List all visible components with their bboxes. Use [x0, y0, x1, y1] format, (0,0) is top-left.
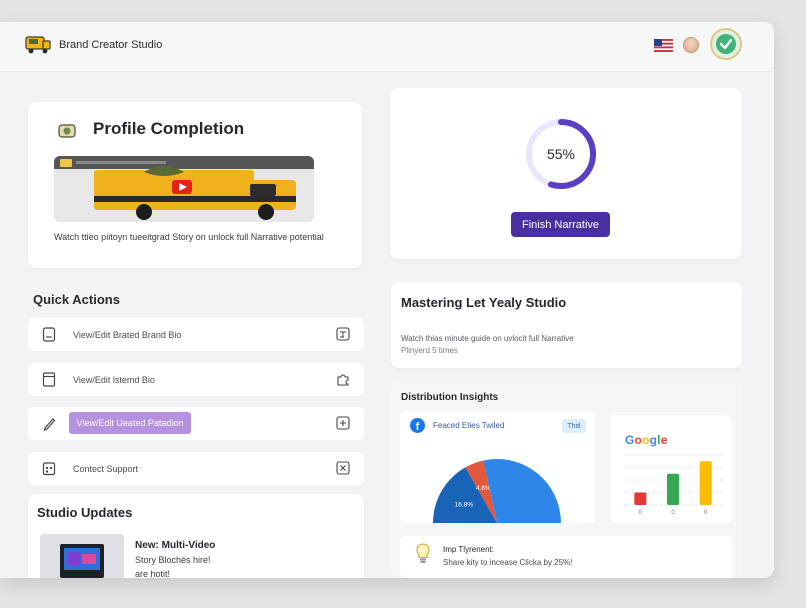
bar-tick-label: 0	[671, 510, 675, 516]
progress-percent: 55%	[546, 146, 576, 162]
us-flag-icon[interactable]	[654, 39, 673, 52]
close-square-icon[interactable]	[336, 461, 350, 475]
update-line: Story Blochés hire!	[135, 555, 211, 565]
tip-title: Imp Tlyrenent:	[443, 545, 494, 554]
quick-action-edit-bio[interactable]: View/Edit lstemd Bio	[28, 363, 364, 396]
add-square-icon[interactable]	[336, 416, 350, 430]
page-icon	[42, 372, 56, 387]
puzzle-icon[interactable]	[336, 372, 350, 386]
pencil-icon	[43, 418, 56, 431]
pie-slice-label: 4.8%	[476, 485, 491, 492]
quick-action-contact-support[interactable]: Contect Support	[28, 452, 364, 485]
profile-badge-icon	[58, 124, 76, 138]
profile-title: Profile Completion	[93, 119, 245, 138]
update-line: are hotit!	[135, 569, 171, 578]
profile-completion-card: Profile Completion Watch ttieo piitoyn t…	[28, 102, 362, 268]
bar	[667, 473, 679, 505]
brand-name: Brand Creator Studio	[59, 39, 163, 51]
bar-tick-label: 0	[704, 510, 708, 516]
quick-action-highlighted-label[interactable]: View/Edit Ueated Patadion	[69, 412, 191, 434]
quick-actions-heading: Quick Actions	[33, 292, 120, 307]
quick-action-edit-brand-bio[interactable]: View/Edit Brated Brand Bio	[28, 318, 364, 351]
edit-square-icon[interactable]	[336, 327, 350, 341]
mastering-subtitle: Watch thias minute guide on uvlocit full…	[401, 334, 574, 343]
facebook-insight-card[interactable]: f Feaced Eties Twiled Thitl 16.8% 4.8%	[400, 411, 595, 523]
facebook-pie-chart: 16.8% 4.8%	[433, 459, 561, 523]
distribution-insights-panel: Distribution Insights f Feaced Eties Twi…	[391, 382, 742, 578]
profile-video-thumbnail[interactable]	[54, 156, 314, 222]
tip-card: Imp Tlyrenent: Share kity to incease Cli…	[400, 536, 732, 578]
lightbulb-icon	[416, 543, 430, 563]
user-avatar[interactable]	[683, 37, 699, 53]
brand-truck-logo-icon[interactable]	[24, 34, 52, 56]
update-headline: New: Multi-Video	[135, 540, 216, 551]
studio-updates-title: Studio Updates	[37, 505, 133, 520]
finish-narrative-button[interactable]: Finish Narrative	[511, 212, 610, 237]
google-bar-chart: 0 0 0	[624, 454, 722, 516]
bar-tick-label: 0	[639, 510, 643, 516]
top-bar: Brand Creator Studio	[0, 22, 774, 72]
bar	[699, 461, 712, 505]
bar	[634, 492, 647, 505]
quick-action-edit-patadion[interactable]: View/Edit Ueated Patadion	[28, 407, 364, 440]
pie-slice	[483, 459, 561, 523]
quick-action-label: Contect Support	[73, 463, 139, 474]
document-icon	[42, 327, 56, 342]
update-thumbnail[interactable]	[40, 534, 124, 578]
verified-badge-icon[interactable]	[710, 28, 742, 60]
profile-caption: Watch ttieo piitoyn tueeitgrad Story on …	[54, 232, 324, 242]
pie-slice-label: 16.8%	[455, 502, 474, 509]
mastering-plays: Plinyerd 5 times	[401, 346, 458, 355]
progress-ring: 55%	[523, 116, 599, 192]
tip-text: Share kity to incease Clicka by 25%!	[443, 558, 573, 567]
app-window: Brand Creator Studio Profile Completion	[0, 22, 774, 578]
progress-card: 55% Finish Narrative	[390, 88, 742, 259]
quick-action-label: View/Edit Brated Brand Bio	[73, 329, 182, 340]
studio-updates-card: Studio Updates New: Multi-Video Story Bl…	[28, 494, 364, 578]
calendar-icon	[42, 462, 56, 476]
insights-title: Distribution Insights	[401, 392, 499, 403]
mastering-title: Mastering Let Yealy Studio	[401, 295, 567, 310]
mastering-guide-card[interactable]: Mastering Let Yealy Studio Watch thias m…	[391, 282, 742, 368]
quick-action-label: View/Edit lstemd Bio	[73, 374, 155, 385]
google-insight-card[interactable]: Google 000	[610, 415, 732, 523]
